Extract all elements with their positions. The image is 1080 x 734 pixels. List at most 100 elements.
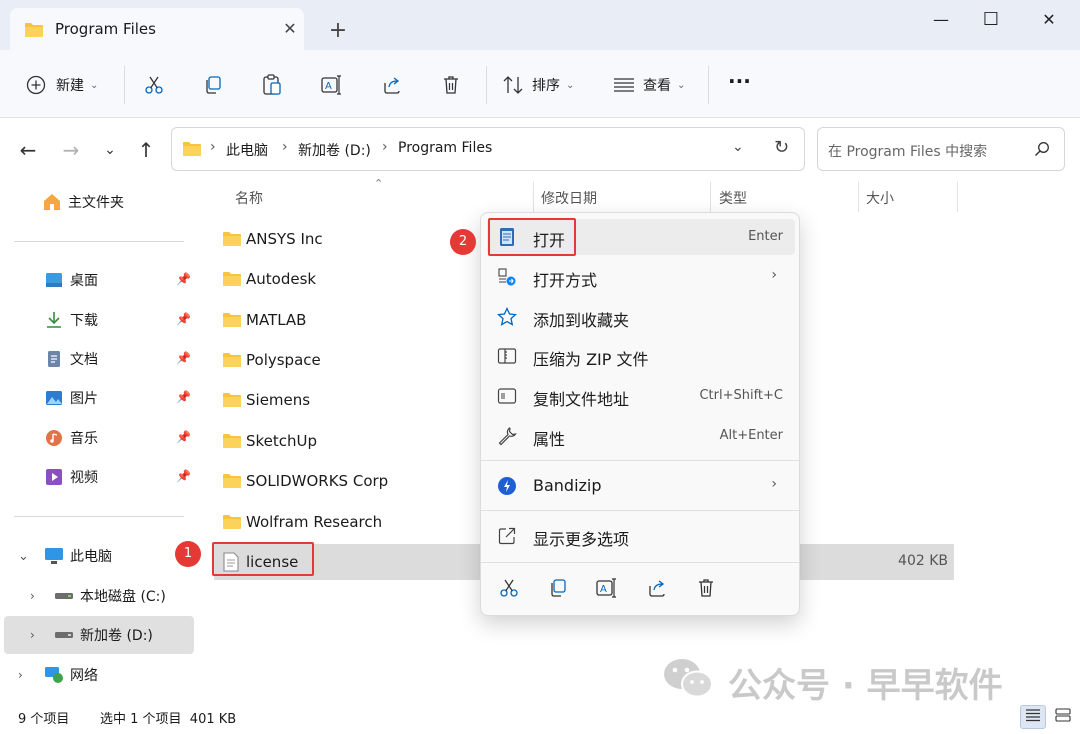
sidebar-item-home[interactable]: 主文件夹 — [42, 184, 124, 220]
sidebar-item-desktop[interactable]: 桌面 — [44, 262, 98, 298]
more-button[interactable]: ··· — [728, 66, 751, 96]
up-button[interactable]: ↑ — [132, 138, 160, 162]
menu-rename-button[interactable]: A — [594, 577, 620, 603]
tab-title: Program Files — [55, 20, 156, 38]
share-button[interactable] — [382, 70, 402, 100]
chevron-down-icon[interactable]: ⌄ — [18, 549, 29, 564]
copy-icon — [203, 75, 223, 95]
menu-item-show-more-options[interactable]: 显示更多选项 — [487, 518, 795, 554]
breadcrumb-drive-d[interactable]: 新加卷 (D:) — [298, 140, 371, 160]
column-divider[interactable] — [710, 182, 711, 212]
address-bar[interactable]: › 此电脑 › 新加卷 (D:) › Program Files ⌄ ↻ — [171, 127, 805, 171]
trash-icon — [696, 578, 716, 602]
drive-icon — [54, 586, 74, 606]
pin-icon[interactable]: 📌 — [176, 469, 191, 483]
sort-icon — [502, 75, 524, 95]
pin-icon[interactable]: 📌 — [176, 390, 191, 404]
pin-icon[interactable]: 📌 — [176, 312, 191, 326]
cut-button[interactable] — [144, 70, 164, 100]
breadcrumb-program-files[interactable]: Program Files — [398, 140, 492, 156]
column-divider[interactable] — [957, 182, 958, 212]
column-header-type[interactable]: 类型 — [719, 188, 747, 208]
sidebar-item-documents[interactable]: 文档 — [44, 341, 98, 377]
file-name: ANSYS Inc — [246, 230, 323, 248]
sidebar-item-this-pc[interactable]: 此电脑 — [44, 538, 112, 574]
sort-button[interactable]: 排序 ⌄ — [502, 70, 574, 100]
column-divider[interactable] — [533, 182, 534, 212]
column-header-name[interactable]: 名称 — [235, 188, 263, 208]
sidebar-item-drive-c[interactable]: 本地磁盘 (C:) — [54, 578, 166, 614]
menu-item-open-with[interactable]: 打开方式 › — [487, 259, 795, 295]
star-icon — [496, 306, 518, 327]
sidebar-item-music[interactable]: 音乐 — [44, 420, 98, 456]
breadcrumb-this-pc[interactable]: 此电脑 — [226, 140, 268, 160]
maximize-button[interactable]: ☐ — [968, 6, 1014, 34]
tiles-view-button[interactable] — [1050, 705, 1076, 729]
menu-delete-button[interactable] — [693, 577, 719, 603]
pin-icon[interactable]: 📌 — [176, 351, 191, 365]
new-tab-button[interactable]: + — [322, 18, 354, 46]
rename-button[interactable]: A — [321, 70, 343, 100]
trash-icon — [441, 75, 461, 95]
chevron-down-icon: ⌄ — [566, 79, 575, 91]
chevron-right-icon: › — [382, 139, 388, 155]
refresh-icon[interactable]: ↻ — [774, 137, 789, 158]
sidebar-item-downloads[interactable]: 下载 — [44, 302, 98, 338]
menu-shortcut: Alt+Enter — [719, 428, 783, 443]
copy-path-icon — [497, 386, 517, 406]
back-button[interactable]: ← — [14, 138, 42, 162]
menu-item-compress-zip[interactable]: 压缩为 ZIP 文件 — [487, 338, 795, 374]
menu-copy-button[interactable] — [545, 577, 571, 603]
folder-icon — [222, 231, 242, 251]
folder-icon — [222, 473, 242, 493]
close-tab-button[interactable]: ✕ — [278, 17, 302, 41]
menu-item-copy-path[interactable]: 复制文件地址 Ctrl+Shift+C — [487, 378, 795, 414]
context-menu: 打开 Enter 打开方式 › 添加到收藏夹 压缩为 ZIP 文件 复制文件地址… — [480, 212, 800, 616]
tab-program-files[interactable]: Program Files ✕ — [10, 8, 304, 50]
sidebar-item-videos[interactable]: 视频 — [44, 459, 98, 495]
monitor-icon — [44, 546, 64, 566]
search-box[interactable]: 在 Program Files 中搜索 — [817, 127, 1065, 171]
highlight-box-license — [212, 542, 314, 576]
address-dropdown-icon[interactable]: ⌄ — [732, 139, 744, 155]
close-window-button[interactable]: ✕ — [1026, 6, 1072, 34]
svg-text:A: A — [600, 584, 607, 595]
highlight-box-open — [488, 218, 576, 256]
folder-icon — [222, 392, 242, 412]
rename-icon: A — [321, 75, 343, 95]
copy-button[interactable] — [203, 70, 223, 100]
menu-item-add-favorites[interactable]: 添加到收藏夹 — [487, 299, 795, 335]
chevron-right-icon[interactable]: › — [30, 628, 35, 642]
sidebar-item-drive-d[interactable]: 新加卷 (D:) — [54, 617, 153, 653]
pin-icon[interactable]: 📌 — [176, 272, 191, 286]
folder-icon — [222, 271, 242, 291]
details-view-button[interactable] — [1020, 705, 1046, 729]
menu-item-properties[interactable]: 属性 Alt+Enter — [487, 418, 795, 454]
pin-icon[interactable]: 📌 — [176, 430, 191, 444]
forward-button[interactable]: → — [57, 138, 85, 162]
external-link-icon — [497, 526, 517, 546]
sidebar-item-label: 此电脑 — [70, 549, 112, 565]
file-size: 402 KB — [898, 553, 948, 569]
sidebar-item-pictures[interactable]: 图片 — [44, 380, 98, 416]
menu-item-bandizip[interactable]: Bandizip › — [487, 468, 795, 504]
watermark: 公众号 · 早早软件 — [662, 652, 1003, 712]
new-button[interactable]: 新建 ⌄ — [26, 70, 98, 100]
menu-share-button[interactable] — [644, 577, 670, 603]
sidebar-item-network[interactable]: 网络 — [44, 657, 98, 693]
column-header-modified[interactable]: 修改日期 — [541, 188, 597, 208]
column-header-size[interactable]: 大小 — [866, 188, 894, 208]
status-item-count: 9 个项目 — [18, 712, 70, 727]
paste-button[interactable] — [262, 70, 282, 100]
chevron-right-icon[interactable]: › — [18, 668, 23, 682]
delete-button[interactable] — [441, 70, 461, 100]
recent-locations-button[interactable]: ⌄ — [96, 138, 124, 162]
minimize-button[interactable]: — — [918, 6, 964, 34]
menu-item-label: 显示更多选项 — [533, 530, 630, 549]
clipboard-icon — [262, 74, 282, 96]
view-button[interactable]: 查看 ⌄ — [613, 70, 685, 100]
menu-cut-button[interactable] — [496, 577, 522, 603]
chevron-right-icon[interactable]: › — [30, 589, 35, 603]
column-divider[interactable] — [858, 182, 859, 212]
share-icon — [382, 75, 402, 95]
